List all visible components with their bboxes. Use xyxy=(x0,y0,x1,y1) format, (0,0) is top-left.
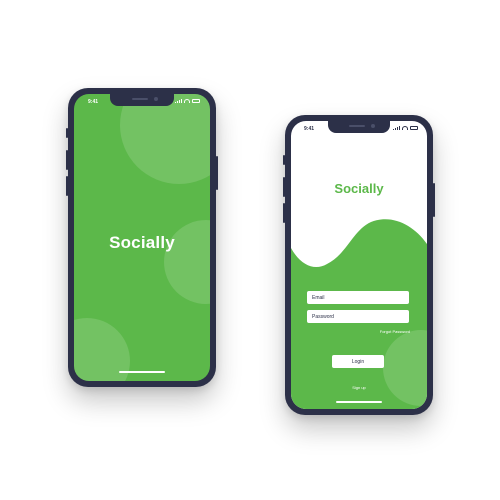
email-field[interactable] xyxy=(307,291,409,304)
mute-switch xyxy=(66,128,68,138)
notch xyxy=(110,94,174,106)
password-field[interactable] xyxy=(307,310,409,323)
login-button[interactable]: Login xyxy=(332,355,384,368)
wifi-icon xyxy=(402,126,408,130)
app-title: Socially xyxy=(109,233,175,252)
signal-icon xyxy=(393,126,400,130)
home-indicator[interactable] xyxy=(336,401,382,403)
app-title: Socially xyxy=(334,181,384,196)
phone-login: 9:41 Socially Forgot Password Login Sign… xyxy=(283,115,435,415)
signal-icon xyxy=(175,99,182,103)
camera xyxy=(371,124,375,128)
speaker xyxy=(132,98,148,100)
speaker xyxy=(349,125,365,127)
status-icons xyxy=(175,99,200,103)
volume-down-button xyxy=(66,176,68,196)
mute-switch xyxy=(283,155,285,165)
camera xyxy=(154,97,158,101)
status-time: 9:41 xyxy=(304,126,315,132)
status-time: 9:41 xyxy=(88,99,99,105)
notch xyxy=(328,121,390,133)
splash-screen: 9:41 Socially xyxy=(74,94,210,381)
decorative-circle-top xyxy=(120,94,210,184)
volume-up-button xyxy=(66,150,68,170)
battery-icon xyxy=(192,99,200,103)
power-button xyxy=(216,156,218,190)
signup-link[interactable]: Sign up xyxy=(291,385,427,390)
power-button xyxy=(433,183,435,217)
volume-down-button xyxy=(283,203,285,223)
battery-icon xyxy=(410,126,418,130)
home-indicator[interactable] xyxy=(119,371,165,373)
phone-splash: 9:41 Socially xyxy=(66,88,218,387)
login-screen: 9:41 Socially Forgot Password Login Sign… xyxy=(291,121,427,409)
volume-up-button xyxy=(283,177,285,197)
status-icons xyxy=(393,126,418,130)
forgot-password-link[interactable]: Forgot Password xyxy=(380,329,410,334)
wifi-icon xyxy=(184,99,190,103)
